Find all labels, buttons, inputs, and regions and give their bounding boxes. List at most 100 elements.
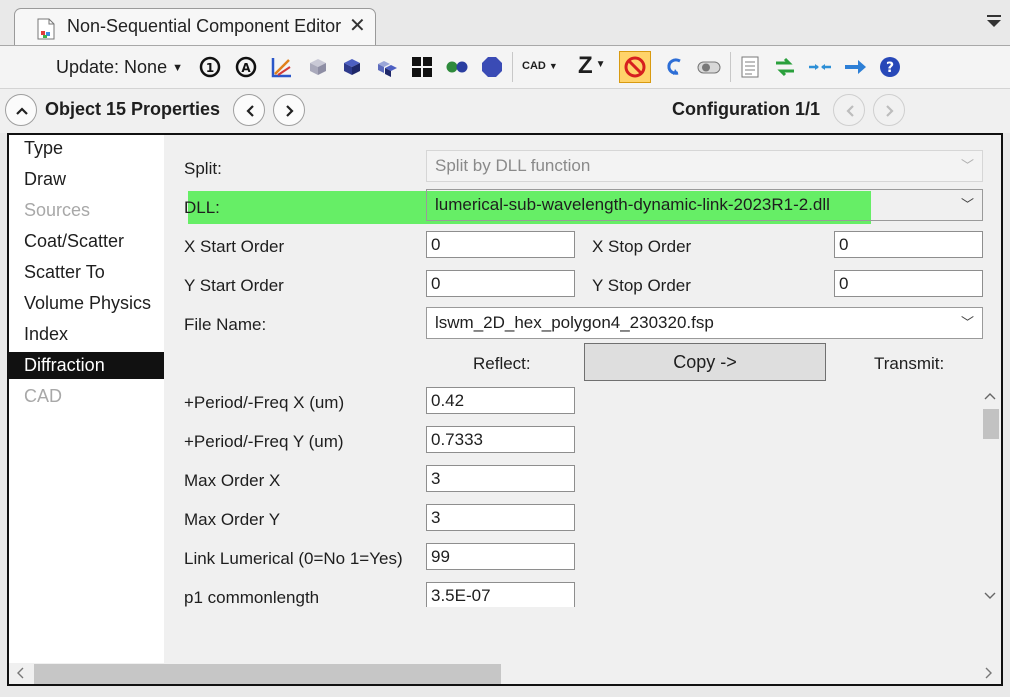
- param-row-clip: p1 commonlength 3.5E-07: [164, 581, 981, 607]
- y-stop-order-field[interactable]: 0: [834, 270, 983, 297]
- configuration-label: Configuration 1/1: [672, 99, 820, 119]
- scroll-right-icon[interactable]: [982, 667, 994, 679]
- collapse-arrows-icon[interactable]: [808, 55, 832, 79]
- param-field[interactable]: 99: [426, 543, 575, 570]
- z-label: Z: [578, 52, 593, 79]
- undo-arrow-icon[interactable]: [662, 55, 686, 79]
- next-config-button[interactable]: [873, 94, 905, 126]
- chevron-up-icon: [16, 107, 28, 115]
- copy-button[interactable]: Copy ->: [584, 343, 826, 381]
- cad-dropdown[interactable]: CAD ▼: [522, 60, 558, 72]
- forward-arrow-icon[interactable]: [843, 55, 867, 79]
- sidebar-item-diffraction[interactable]: Diffraction: [9, 352, 164, 379]
- param-label: p1 commonlength: [184, 588, 320, 607]
- help-icon[interactable]: ?: [878, 55, 902, 79]
- svg-text:1: 1: [206, 61, 214, 75]
- sidebar-item-scatter-to[interactable]: Scatter To: [9, 259, 164, 286]
- polygon-object-icon[interactable]: [480, 55, 504, 79]
- notes-page-icon[interactable]: [738, 55, 762, 79]
- chevron-down-icon: ﹀: [960, 197, 974, 212]
- x-stop-order-field[interactable]: 0: [834, 231, 983, 258]
- x-stop-order-label: X Stop Order: [592, 237, 692, 256]
- param-field[interactable]: 3: [426, 504, 575, 531]
- param-label: +Period/-Freq Y (um): [184, 432, 344, 451]
- param-label: +Period/-Freq X (um): [184, 393, 345, 412]
- param-label: Max Order X: [184, 471, 281, 490]
- param-label: Max Order Y: [184, 510, 281, 529]
- dll-value: lumerical-sub-wavelength-dynamic-link-20…: [435, 195, 830, 214]
- param-field[interactable]: 3.5E-07: [426, 582, 575, 607]
- properties-panel: Type Draw Sources Coat/Scatter Scatter T…: [7, 133, 1003, 686]
- param-field[interactable]: 3: [426, 465, 575, 492]
- object-label: Object 15 Properties: [45, 99, 221, 119]
- y-start-order-label: Y Start Order: [184, 276, 284, 295]
- sidebar-item-type[interactable]: Type: [9, 135, 164, 162]
- swap-arrows-icon[interactable]: [773, 55, 797, 79]
- file-name-value: lswm_2D_hex_polygon4_230320.fsp: [435, 313, 714, 332]
- tab-strip: Non-Sequential Component Editor ✕: [0, 0, 1010, 46]
- svg-text:A: A: [241, 61, 251, 75]
- file-name-select[interactable]: lswm_2D_hex_polygon4_230320.fsp ﹀: [426, 307, 983, 339]
- split-label: Split:: [184, 159, 222, 178]
- param-label: Link Lumerical (0=No 1=Yes): [184, 549, 403, 568]
- ray-database-icon[interactable]: [375, 55, 399, 79]
- ignore-object-button[interactable]: [619, 51, 651, 83]
- split-value: Split by DLL function: [435, 156, 591, 175]
- sidebar-item-volume-physics[interactable]: Volume Physics: [9, 290, 164, 317]
- z-dropdown[interactable]: Z ▼: [578, 52, 606, 80]
- x-start-order-label: X Start Order: [184, 237, 285, 256]
- tab-menu-icon[interactable]: [986, 14, 1002, 28]
- previous-config-button[interactable]: [833, 94, 865, 126]
- y-stop-order-label: Y Stop Order: [592, 276, 691, 295]
- toolbar: Update: None ▼ 1 A CAD ▼ Z ▼ ?: [0, 46, 1010, 88]
- param-field[interactable]: 0.7333: [426, 426, 575, 453]
- next-object-button[interactable]: [273, 94, 305, 126]
- chevron-down-icon: ﹀: [960, 158, 974, 173]
- scroll-down-icon[interactable]: [984, 589, 996, 601]
- chevron-down-icon: ﹀: [960, 315, 974, 330]
- cad-label: CAD: [522, 60, 546, 72]
- tab-non-sequential-component-editor[interactable]: Non-Sequential Component Editor ✕: [14, 8, 376, 46]
- horizontal-scroll-thumb[interactable]: [34, 664, 501, 684]
- scroll-left-icon[interactable]: [15, 667, 27, 679]
- diffraction-form: Split: Split by DLL function ﹀ DLL: lume…: [164, 135, 1001, 663]
- layout-grid-icon[interactable]: [410, 55, 434, 79]
- param-field[interactable]: 0.42: [426, 387, 575, 414]
- solid-model-icon[interactable]: [340, 55, 364, 79]
- dll-label: DLL:: [184, 198, 220, 217]
- ray-trace-icon[interactable]: [270, 55, 294, 79]
- svg-text:?: ?: [886, 60, 894, 76]
- update-dropdown[interactable]: Update: None ▼: [56, 57, 183, 78]
- collapse-button[interactable]: [5, 94, 37, 126]
- close-icon[interactable]: ✕: [349, 15, 366, 37]
- caret-down-icon: ▼: [548, 61, 558, 71]
- split-select: Split by DLL function ﹀: [426, 150, 983, 182]
- object-pair-icon[interactable]: [445, 55, 469, 79]
- chevron-left-icon: [846, 105, 854, 117]
- vertical-scrollbar[interactable]: [981, 387, 999, 605]
- sidebar-item-draw[interactable]: Draw: [9, 166, 164, 193]
- sidebar-item-coat-scatter[interactable]: Coat/Scatter: [9, 228, 164, 255]
- horizontal-scrollbar[interactable]: [9, 663, 1001, 684]
- file-name-label: File Name:: [184, 315, 267, 334]
- chevron-right-icon: [286, 105, 294, 117]
- auto-cycle-icon[interactable]: A: [234, 55, 258, 79]
- x-start-order-field[interactable]: 0: [426, 231, 575, 258]
- transmit-label: Transmit:: [874, 354, 945, 373]
- scroll-up-icon[interactable]: [984, 391, 996, 403]
- shaded-model-icon[interactable]: [306, 55, 330, 79]
- vertical-scroll-thumb[interactable]: [983, 409, 999, 439]
- previous-object-button[interactable]: [233, 94, 265, 126]
- caret-down-icon: ▼: [595, 59, 606, 70]
- toggle-switch-icon[interactable]: [697, 55, 721, 79]
- chevron-right-icon: [886, 105, 894, 117]
- y-start-order-field[interactable]: 0: [426, 270, 575, 297]
- sidebar-item-index[interactable]: Index: [9, 321, 164, 348]
- property-category-sidebar: Type Draw Sources Coat/Scatter Scatter T…: [9, 135, 164, 663]
- reflect-label: Reflect:: [473, 354, 531, 373]
- document-icon: [37, 18, 55, 40]
- object-bar: Object 15 Properties Configuration 1/1: [0, 88, 1010, 133]
- refresh-cycle-icon[interactable]: 1: [198, 55, 222, 79]
- dll-select[interactable]: lumerical-sub-wavelength-dynamic-link-20…: [426, 189, 983, 221]
- prohibit-icon: [624, 56, 646, 78]
